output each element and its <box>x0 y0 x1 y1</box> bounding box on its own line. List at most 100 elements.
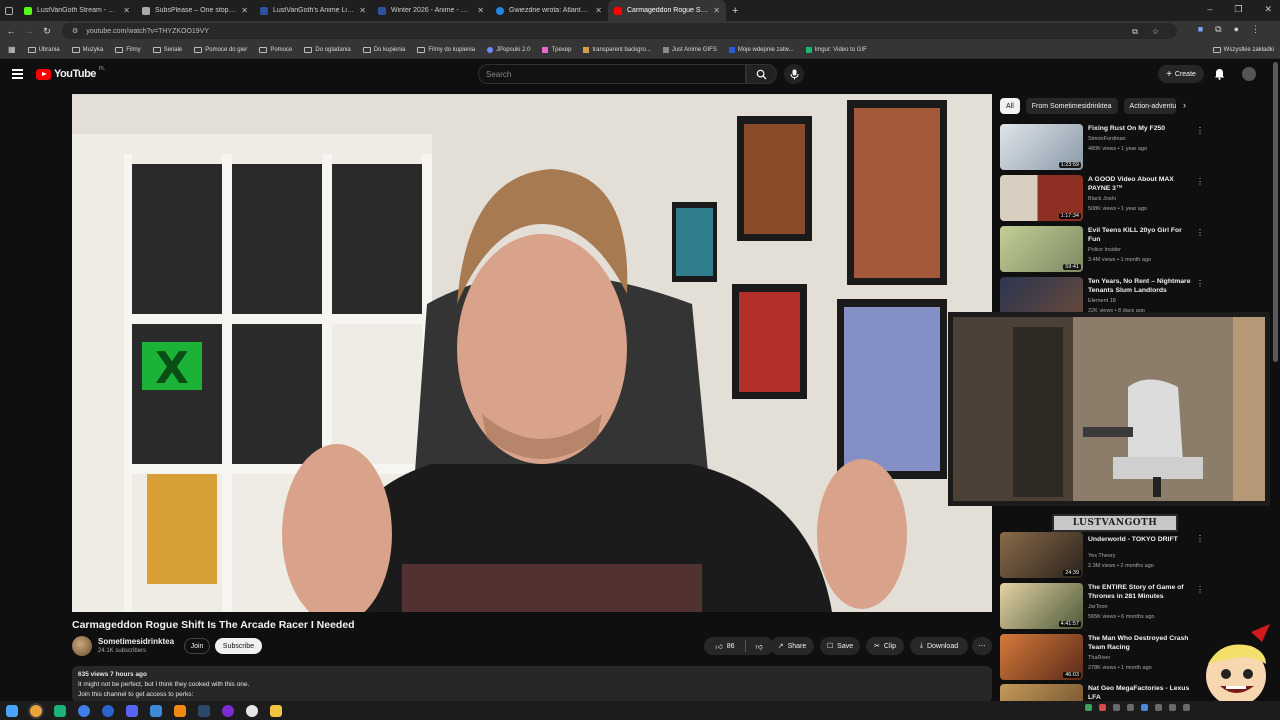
recommended-channel[interactable]: Black Joshi <box>1088 196 1116 202</box>
more-vert-icon[interactable]: ⋮ <box>1196 126 1204 135</box>
steam-icon[interactable] <box>198 704 210 717</box>
download-button[interactable]: ⤓ Download <box>910 637 968 655</box>
profile-icon[interactable]: ● <box>1234 24 1239 35</box>
recommended-video[interactable]: 46:03 The Man Who Destroyed Crash Team R… <box>1000 634 1204 680</box>
video-player[interactable]: X <box>72 94 992 612</box>
browser-tab[interactable]: LustVanGoth Stream - Watch L✕ <box>18 0 136 21</box>
tray-icon[interactable] <box>1099 704 1106 711</box>
search-button[interactable] <box>746 64 777 84</box>
browser-tab-active[interactable]: Carmageddon Rogue Shift Is Th✕ <box>608 0 726 21</box>
video-thumbnail[interactable]: 1:17:34 <box>1000 175 1083 221</box>
browser-tab[interactable]: SubsPlease – One stop shop fo✕ <box>136 0 254 21</box>
clip-button[interactable]: ✂ Clip <box>866 637 904 655</box>
url-field[interactable]: ⚙ youtube.com/watch?v=THYZKOO19VY ⧉ ☆ <box>62 23 1177 39</box>
more-vert-icon[interactable]: ⋮ <box>1196 279 1204 288</box>
voice-search-button[interactable] <box>784 64 804 84</box>
chip-all[interactable]: All <box>1000 98 1020 114</box>
save-button[interactable]: ☐ Save <box>820 637 860 655</box>
tray-icon[interactable] <box>1141 704 1148 711</box>
recommended-channel[interactable]: Police Insider <box>1088 247 1121 253</box>
account-avatar[interactable] <box>1242 67 1256 81</box>
like-button[interactable]: 👍︎ 86 <box>715 642 734 651</box>
youtube-logo[interactable]: YouTube PL <box>36 66 105 80</box>
app-icon[interactable] <box>150 704 162 717</box>
bookmark-folder[interactable]: Filmy <box>115 46 141 53</box>
more-vert-icon[interactable]: ⋮ <box>1196 534 1204 543</box>
menu-icon[interactable] <box>12 69 23 81</box>
discord-icon[interactable] <box>126 704 138 717</box>
bookmark-link[interactable]: Imgur: Video to GIF <box>805 46 867 53</box>
bookmark-link[interactable]: Just Anime GIFS <box>662 46 717 53</box>
chip-from-channel[interactable]: From Sometimesidrinktea <box>1025 98 1118 114</box>
share-button[interactable]: ↗ Share <box>770 637 814 655</box>
app-icon[interactable] <box>54 704 66 717</box>
bookmark-folder[interactable]: Pomoce do gier <box>194 46 247 53</box>
recommended-channel[interactable]: SimonFordman <box>1088 136 1126 142</box>
app-icon[interactable] <box>102 704 114 717</box>
bookmark-folder[interactable]: Muzyka <box>71 46 103 53</box>
close-icon[interactable]: ✕ <box>123 6 130 15</box>
recommended-video[interactable]: 59:41 Evil Teens KILL 20yo Girl For Fun … <box>1000 226 1204 272</box>
tray-icon[interactable] <box>1127 704 1134 711</box>
file-explorer-icon[interactable] <box>270 704 282 717</box>
page-scrollbar[interactable] <box>1273 62 1278 362</box>
bookmark-star-icon[interactable]: ☆ <box>1152 27 1159 37</box>
vlc-icon[interactable] <box>174 704 186 717</box>
tray-icon[interactable] <box>1155 704 1162 711</box>
browser-tab[interactable]: Winter 2026 - Anime - MyAnim✕ <box>372 0 490 21</box>
bookmark-link[interactable]: JPopsuki 2.0 <box>487 46 530 53</box>
more-actions-button[interactable]: ⋯ <box>972 637 992 655</box>
subscribe-button[interactable]: Subscribe <box>215 638 262 654</box>
recommended-channel[interactable]: Yes Theory <box>1088 553 1116 559</box>
recommended-channel[interactable]: JarToon <box>1088 604 1108 610</box>
description-box[interactable]: 635 views 7 hours ago It might not be pe… <box>72 666 992 702</box>
bookmark-folder[interactable]: Do kupienia <box>362 46 405 53</box>
obs-icon[interactable] <box>246 704 258 717</box>
bookmark-link[interactable]: Tpexep <box>542 46 571 53</box>
bookmark-link[interactable]: transparent backgro... <box>583 46 651 53</box>
video-thumbnail[interactable]: 46:03 <box>1000 634 1083 680</box>
menu-dots-icon[interactable]: ⋮ <box>1251 24 1260 35</box>
maximize-icon[interactable]: ❐ <box>1234 4 1242 15</box>
bookmark-folder[interactable]: Pomoce <box>259 46 292 53</box>
close-icon[interactable]: ✕ <box>477 6 484 15</box>
start-icon[interactable] <box>6 704 18 717</box>
close-icon[interactable]: ✕ <box>241 6 248 15</box>
apps-grid-icon[interactable]: ▦ <box>8 45 16 54</box>
create-button[interactable]: + Create <box>1158 65 1204 83</box>
close-window-icon[interactable]: ✕ <box>1264 4 1272 15</box>
browser-tab[interactable]: Gwiezdne wrota: Atlantyda / St✕ <box>490 0 608 21</box>
recommended-video[interactable]: 1:17:34 A GOOD Video About MAX PAYNE 3™ … <box>1000 175 1204 221</box>
video-thumbnail[interactable]: 24:39 <box>1000 532 1083 578</box>
browser-app-icon[interactable] <box>78 704 90 717</box>
more-vert-icon[interactable]: ⋮ <box>1196 228 1204 237</box>
channel-avatar[interactable] <box>72 636 92 656</box>
notifications-bell-icon[interactable] <box>1214 68 1225 83</box>
extensions-puzzle-icon[interactable]: ⧉ <box>1215 24 1221 35</box>
video-thumbnail[interactable]: 4:41:57 <box>1000 583 1083 629</box>
recommended-video[interactable]: 4:41:57 The ENTIRE Story of Game of Thro… <box>1000 583 1204 629</box>
tray-icon[interactable] <box>1113 704 1120 711</box>
tray-icon[interactable] <box>1169 704 1176 711</box>
all-bookmarks-folder[interactable]: Wszystkie zakładki <box>1212 46 1274 53</box>
bookmark-folder[interactable]: Do ogladania <box>304 46 351 53</box>
bookmark-folder[interactable]: Filmy do kupienia <box>417 46 475 53</box>
browser-tab[interactable]: LustVanGoth's Anime List - My✕ <box>254 0 372 21</box>
video-thumbnail[interactable] <box>1000 684 1083 701</box>
recommended-video[interactable]: 1:23:59 Fixing Rust On My F250 SimonFord… <box>1000 124 1204 170</box>
close-icon[interactable]: ✕ <box>713 6 720 15</box>
tray-icon[interactable] <box>1085 704 1092 711</box>
extension-icon[interactable]: ■ <box>1198 24 1203 35</box>
bookmark-link[interactable]: Moje wdepnie zatw... <box>728 46 794 53</box>
more-vert-icon[interactable]: ⋮ <box>1196 177 1204 186</box>
new-tab-icon[interactable]: + <box>732 5 738 17</box>
search-input[interactable]: Search <box>478 64 746 84</box>
video-thumbnail[interactable]: 1:23:59 <box>1000 124 1083 170</box>
video-thumbnail[interactable]: 59:41 <box>1000 226 1083 272</box>
app-icon[interactable] <box>222 704 234 717</box>
tab-search-icon[interactable] <box>0 0 18 21</box>
chrome-icon[interactable] <box>30 704 42 717</box>
install-app-icon[interactable]: ⧉ <box>1132 27 1138 37</box>
join-button[interactable]: Join <box>184 638 210 654</box>
chip-action-adventure[interactable]: Action-adventure <box>1123 98 1176 114</box>
